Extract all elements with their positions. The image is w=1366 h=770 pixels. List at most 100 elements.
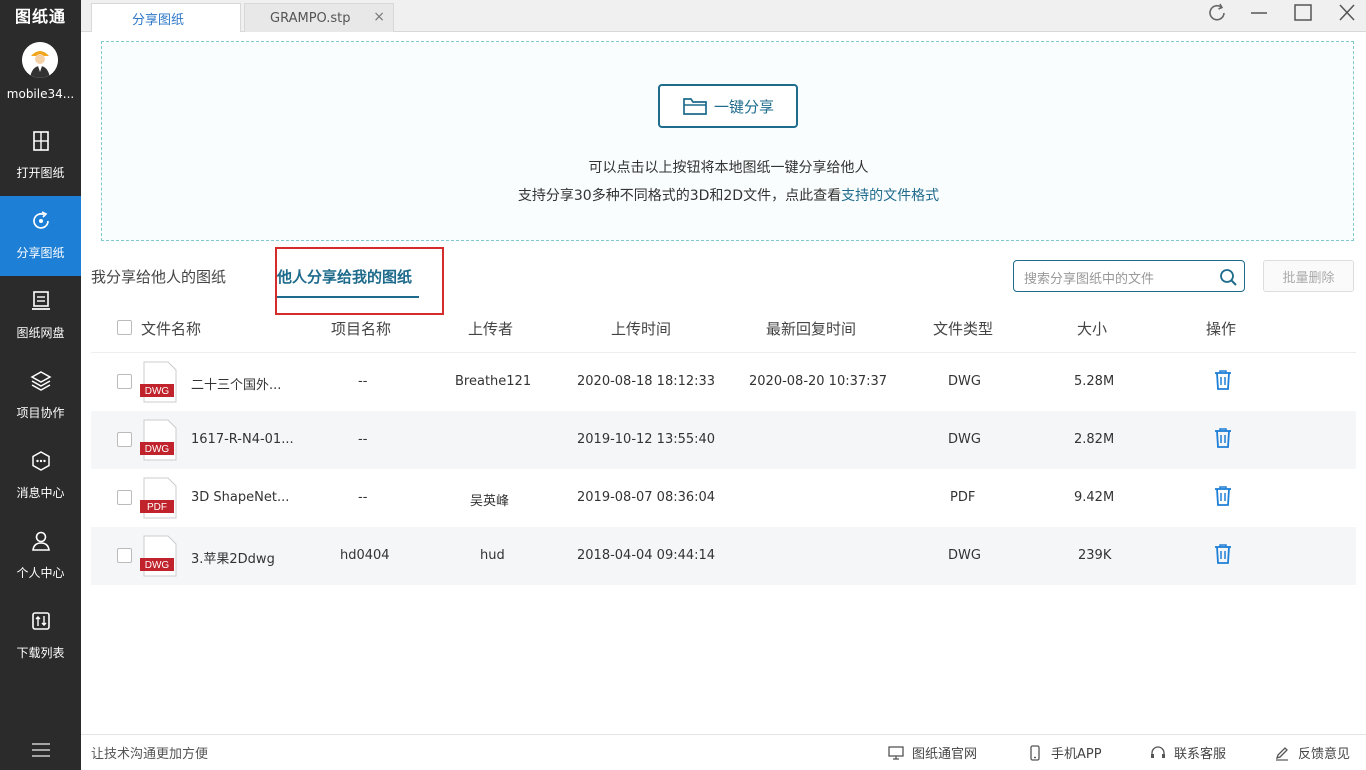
mobile-app-link[interactable]: 手机APP <box>1027 743 1102 762</box>
folder-icon <box>682 95 708 117</box>
headset-icon <box>1150 745 1166 761</box>
column-header[interactable]: 最新回复时间 <box>766 318 856 339</box>
uploader: Breathe121 <box>455 374 531 389</box>
row-checkbox[interactable] <box>117 432 132 447</box>
customer-service-link[interactable]: 联系客服 <box>1150 743 1226 762</box>
delete-icon[interactable] <box>1213 427 1233 449</box>
share-icon <box>30 210 52 232</box>
table-row[interactable]: DWG 1617-R-N4-01... -- 2019-10-12 13:55:… <box>91 411 1356 469</box>
sidebar-item-personal[interactable]: 个人中心 <box>0 516 81 596</box>
monitor-icon <box>888 745 904 761</box>
batch-delete-button[interactable]: 批量删除 <box>1263 260 1354 292</box>
search-icon[interactable] <box>1218 267 1238 287</box>
phone-icon <box>1027 745 1043 761</box>
user-icon <box>30 530 52 552</box>
upload-time: 2019-10-12 13:55:40 <box>577 432 715 447</box>
sidebar-item-share-drawing[interactable]: 分享图纸 <box>0 196 81 276</box>
row-checkbox[interactable] <box>117 490 132 505</box>
uploader: hud <box>480 548 505 563</box>
upload-time: 2018-04-04 09:44:14 <box>577 548 715 563</box>
upload-time: 2020-08-18 18:12:33 <box>577 374 715 389</box>
app-window: 图纸通 mobile34... 打开图纸 <box>0 0 1366 770</box>
layers-icon <box>30 370 52 392</box>
footer-bar: 让技术沟通更加方便 图纸通官网 手机APP 联系客服 <box>81 734 1366 770</box>
message-icon <box>30 450 52 472</box>
file-name[interactable]: 二十三个国外... <box>191 374 281 393</box>
file-name[interactable]: 3D ShapeNet... <box>191 490 289 505</box>
column-header[interactable]: 上传者 <box>468 318 513 339</box>
sidebar-item-label: 分享图纸 <box>0 244 81 261</box>
search-box[interactable]: 搜索分享图纸中的文件 <box>1013 260 1245 292</box>
delete-icon[interactable] <box>1213 485 1233 507</box>
column-header[interactable]: 大小 <box>1077 318 1107 339</box>
column-header[interactable]: 文件类型 <box>933 318 993 339</box>
column-header[interactable]: 项目名称 <box>331 318 391 339</box>
dwg-file-icon: DWG <box>140 418 178 462</box>
minimize-icon[interactable] <box>1247 2 1271 24</box>
sidebar-item-label: 项目协作 <box>0 404 81 421</box>
delete-icon[interactable] <box>1213 543 1233 565</box>
cloud-disk-icon <box>30 290 52 312</box>
footer-link-label: 图纸通官网 <box>912 743 977 762</box>
tab-share-drawing[interactable]: 分享图纸 <box>91 3 241 32</box>
svg-text:PDF: PDF <box>147 502 167 513</box>
close-window-icon[interactable] <box>1335 2 1359 24</box>
pdf-file-icon: PDF <box>140 476 178 520</box>
share-dropzone[interactable]: 一键分享 可以点击以上按钮将本地图纸一键分享给他人 支持分享30多种不同格式的3… <box>101 41 1354 241</box>
file-size: 5.28M <box>1074 374 1114 389</box>
file-name[interactable]: 1617-R-N4-01... <box>191 432 294 447</box>
column-header[interactable]: 上传时间 <box>611 318 671 339</box>
share-button-label: 一键分享 <box>714 96 774 117</box>
dropzone-hint: 可以点击以上按钮将本地图纸一键分享给他人 <box>102 157 1355 177</box>
close-icon[interactable]: × <box>373 9 385 25</box>
supported-formats-link[interactable]: 支持的文件格式 <box>841 188 939 204</box>
tab-grampo-stp[interactable]: GRAMPO.stp × <box>244 3 394 32</box>
feedback-link[interactable]: 反馈意见 <box>1274 743 1350 762</box>
sidebar-item-cloud-disk[interactable]: 图纸网盘 <box>0 276 81 356</box>
file-size: 239K <box>1078 548 1111 563</box>
sidebar-item-label: 下载列表 <box>0 644 81 661</box>
open-drawing-icon <box>30 130 52 152</box>
table-row[interactable]: DWG 3.苹果2Ddwg hd0404 hud 2018-04-04 09:4… <box>91 527 1356 585</box>
sidebar-item-label: 消息中心 <box>0 484 81 501</box>
sidebar-item-messages[interactable]: 消息中心 <box>0 436 81 516</box>
footer-slogan: 让技术沟通更加方便 <box>91 743 208 762</box>
project-name: -- <box>358 490 367 505</box>
row-checkbox[interactable] <box>117 374 132 389</box>
official-site-link[interactable]: 图纸通官网 <box>888 743 977 762</box>
avatar[interactable] <box>22 42 58 78</box>
table-row[interactable]: DWG 二十三个国外... -- Breathe121 2020-08-18 1… <box>91 353 1356 411</box>
tab-label: 分享图纸 <box>132 9 184 28</box>
app-logo: 图纸通 <box>0 0 81 30</box>
file-type: DWG <box>948 432 981 447</box>
delete-icon[interactable] <box>1213 369 1233 391</box>
upload-time: 2019-08-07 08:36:04 <box>577 490 715 505</box>
file-size: 9.42M <box>1074 490 1114 505</box>
file-type: PDF <box>950 490 975 505</box>
sidebar-item-project-collab[interactable]: 项目协作 <box>0 356 81 436</box>
sidebar-item-label: 打开图纸 <box>0 164 81 181</box>
sidebar-item-downloads[interactable]: 下载列表 <box>0 596 81 676</box>
footer-link-label: 联系客服 <box>1174 743 1226 762</box>
file-name[interactable]: 3.苹果2Ddwg <box>191 548 275 567</box>
username: mobile34... <box>0 87 81 101</box>
dropzone-formats-hint: 支持分享30多种不同格式的3D和2D文件，点此查看支持的文件格式 <box>102 185 1355 205</box>
download-list-icon <box>30 610 52 632</box>
select-all-checkbox[interactable] <box>117 320 132 335</box>
column-header[interactable]: 文件名称 <box>141 318 201 339</box>
sidebar-item-open-drawing[interactable]: 打开图纸 <box>0 116 81 196</box>
maximize-icon[interactable] <box>1291 2 1315 24</box>
tab-my-shares[interactable]: 我分享给他人的图纸 <box>91 266 226 287</box>
table-row[interactable]: PDF 3D ShapeNet... -- 吴英峰 2019-08-07 08:… <box>91 469 1356 527</box>
search-input[interactable]: 搜索分享图纸中的文件 <box>1024 268 1154 287</box>
last-reply-time: 2020-08-20 10:37:37 <box>749 374 887 389</box>
uploader: 吴英峰 <box>470 490 509 509</box>
hamburger-menu-icon[interactable] <box>30 740 52 760</box>
sidebar-item-label: 图纸网盘 <box>0 324 81 341</box>
row-checkbox[interactable] <box>117 548 132 563</box>
sidebar: 图纸通 mobile34... 打开图纸 <box>0 0 81 770</box>
dwg-file-icon: DWG <box>140 534 178 578</box>
one-click-share-button[interactable]: 一键分享 <box>658 84 798 128</box>
refresh-icon[interactable] <box>1206 2 1230 24</box>
dwg-file-icon: DWG <box>140 360 178 404</box>
